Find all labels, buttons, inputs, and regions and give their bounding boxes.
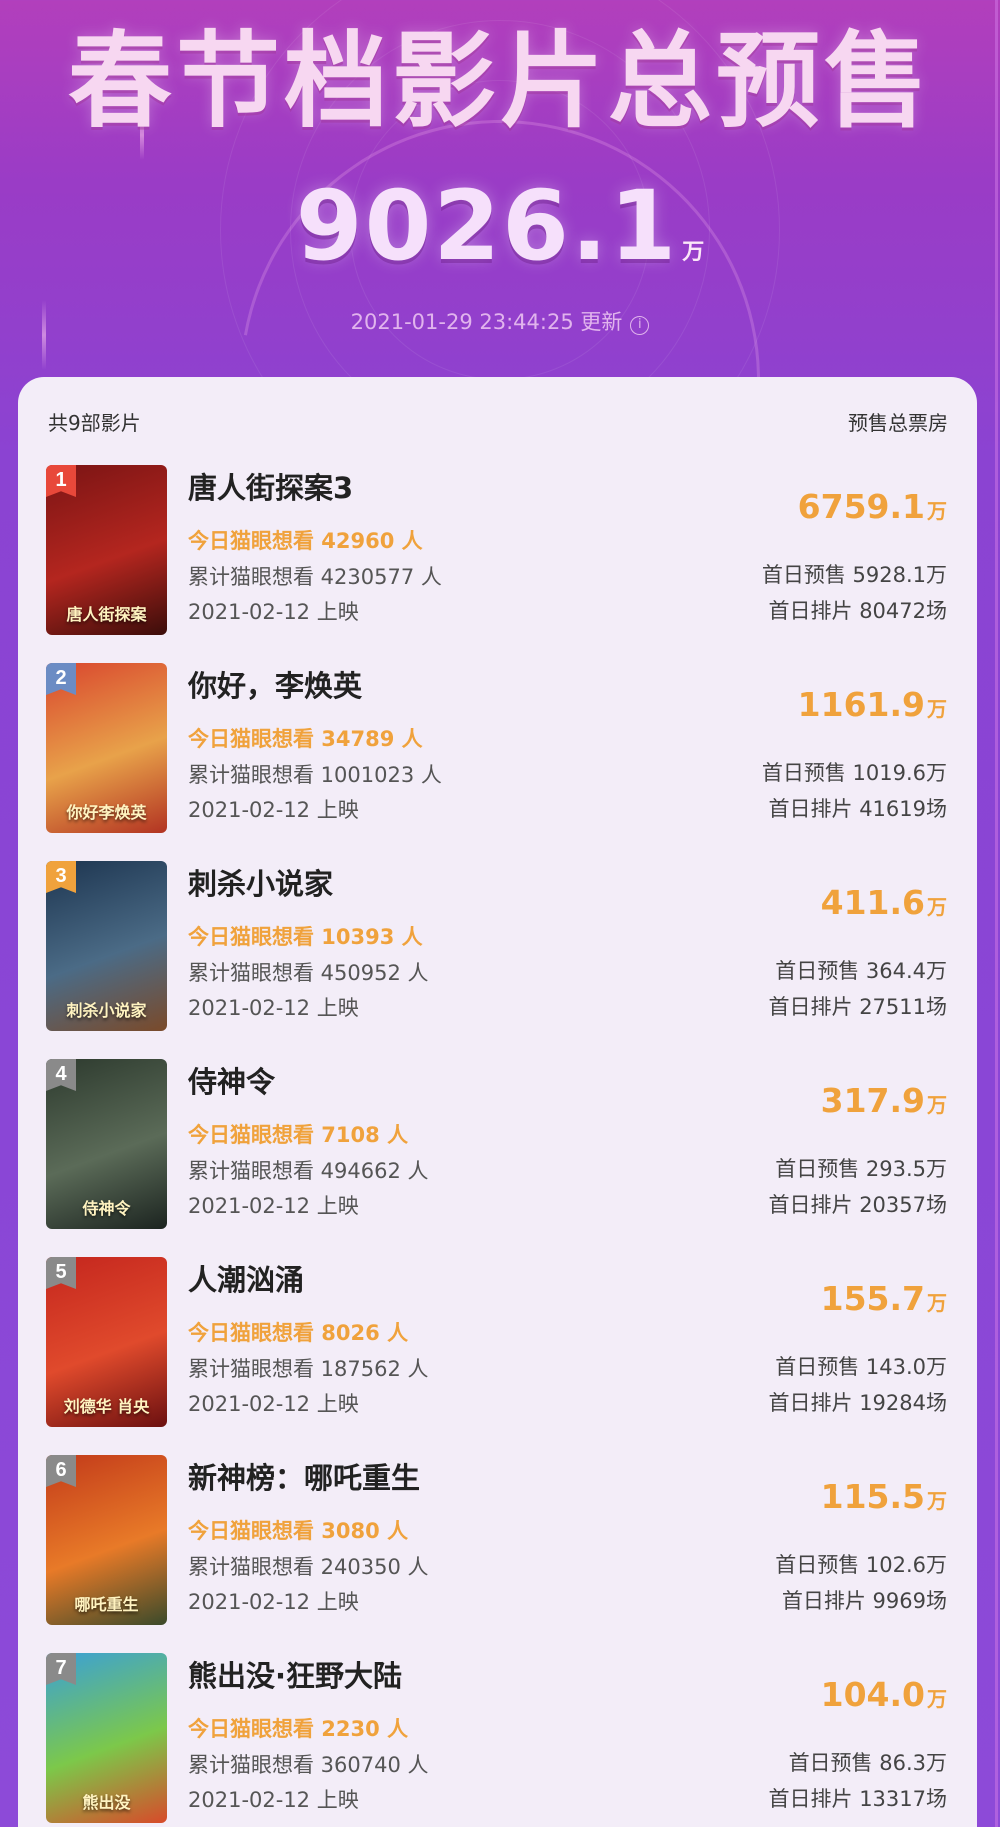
first-day-presale: 首日预售 293.5万 bbox=[775, 1157, 947, 1181]
film-row[interactable]: 4 侍神令 侍神令 今日猫眼想看 7108 人 累计猫眼想看 494662 人 … bbox=[18, 1059, 977, 1239]
first-day-presale: 首日预售 86.3万 bbox=[788, 1751, 947, 1775]
presale-total-unit: 万 bbox=[927, 895, 947, 919]
film-count: 共9部影片 bbox=[48, 411, 141, 435]
cumulative-wish-count: 累计猫眼想看 4230577 人 bbox=[188, 565, 442, 589]
presale-total: 155.7 万 bbox=[821, 1279, 947, 1318]
poster-title-art: 你好李焕英 bbox=[66, 803, 147, 822]
presale-total-unit: 万 bbox=[927, 1687, 947, 1711]
presale-total: 104.0 万 bbox=[821, 1675, 947, 1714]
cumulative-wish-count: 累计猫眼想看 240350 人 bbox=[188, 1555, 429, 1579]
first-day-shows: 首日排片 9969场 bbox=[781, 1589, 947, 1613]
column-header-total: 预售总票房 bbox=[848, 411, 948, 435]
total-presale-value: 9026.1 bbox=[295, 170, 679, 282]
first-day-shows: 首日排片 80472场 bbox=[768, 599, 947, 623]
film-title[interactable]: 新神榜：哪吒重生 bbox=[188, 1455, 420, 1497]
film-row[interactable]: 2 你好李焕英 你好，李焕英 今日猫眼想看 34789 人 累计猫眼想看 100… bbox=[18, 663, 977, 843]
presale-total: 6759.1 万 bbox=[798, 487, 947, 526]
today-wish-count: 今日猫眼想看 8026 人 bbox=[188, 1321, 409, 1345]
presale-total-unit: 万 bbox=[927, 1489, 947, 1513]
list-header: 共9部影片 预售总票房 bbox=[48, 407, 948, 437]
presale-total-value: 6759.1 bbox=[797, 487, 925, 526]
first-day-shows: 首日排片 27511场 bbox=[768, 995, 947, 1019]
release-date: 2021-02-12 上映 bbox=[188, 996, 359, 1020]
presale-total-unit: 万 bbox=[927, 1093, 947, 1117]
edge-divider bbox=[995, 0, 998, 1827]
first-day-shows: 首日排片 19284场 bbox=[768, 1391, 947, 1415]
film-poster[interactable]: 6 哪吒重生 bbox=[46, 1455, 167, 1625]
presale-total-unit: 万 bbox=[927, 1291, 947, 1315]
film-title[interactable]: 侍神令 bbox=[188, 1059, 275, 1101]
poster-title-art: 刺杀小说家 bbox=[66, 1001, 147, 1020]
cumulative-wish-count: 累计猫眼想看 187562 人 bbox=[188, 1357, 429, 1381]
presale-total-value: 155.7 bbox=[820, 1279, 925, 1318]
film-row[interactable]: 3 刺杀小说家 刺杀小说家 今日猫眼想看 10393 人 累计猫眼想看 4509… bbox=[18, 861, 977, 1041]
first-day-presale: 首日预售 102.6万 bbox=[775, 1553, 947, 1577]
first-day-presale: 首日预售 5928.1万 bbox=[761, 563, 947, 587]
film-title[interactable]: 你好，李焕英 bbox=[188, 663, 362, 705]
page-title: 春节档影片总预售 bbox=[67, 20, 932, 142]
first-day-presale: 首日预售 364.4万 bbox=[775, 959, 947, 983]
presale-total-value: 317.9 bbox=[820, 1081, 925, 1120]
film-title[interactable]: 人潮汹涌 bbox=[188, 1257, 304, 1299]
poster-title-art: 哪吒重生 bbox=[74, 1595, 139, 1614]
poster-title-art: 唐人街探案 bbox=[66, 605, 147, 624]
presale-total: 317.9 万 bbox=[821, 1081, 947, 1120]
poster-title-art: 侍神令 bbox=[82, 1199, 131, 1218]
release-date: 2021-02-12 上映 bbox=[188, 1392, 359, 1416]
today-wish-count: 今日猫眼想看 10393 人 bbox=[188, 925, 423, 949]
film-poster[interactable]: 1 唐人街探案 bbox=[46, 465, 167, 635]
presale-total-unit: 万 bbox=[927, 499, 947, 523]
today-wish-count: 今日猫眼想看 42960 人 bbox=[188, 529, 423, 553]
release-date: 2021-02-12 上映 bbox=[188, 1194, 359, 1218]
first-day-presale: 首日预售 143.0万 bbox=[775, 1355, 947, 1379]
film-poster[interactable]: 7 熊出没 bbox=[46, 1653, 167, 1823]
presale-total-value: 115.5 bbox=[820, 1477, 925, 1516]
film-list-card: 共9部影片 预售总票房 1 唐人街探案 唐人街探案3 今日猫眼想看 42960 … bbox=[18, 377, 977, 1827]
release-date: 2021-02-12 上映 bbox=[188, 600, 359, 624]
today-wish-count: 今日猫眼想看 2230 人 bbox=[188, 1717, 409, 1741]
total-presale: 9026.1 万 bbox=[0, 170, 1000, 282]
film-row[interactable]: 1 唐人街探案 唐人街探案3 今日猫眼想看 42960 人 累计猫眼想看 423… bbox=[18, 465, 977, 645]
first-day-presale: 首日预售 1019.6万 bbox=[761, 761, 947, 785]
presale-total-value: 1161.9 bbox=[797, 685, 925, 724]
presale-total-unit: 万 bbox=[927, 697, 947, 721]
cumulative-wish-count: 累计猫眼想看 360740 人 bbox=[188, 1753, 429, 1777]
today-wish-count: 今日猫眼想看 7108 人 bbox=[188, 1123, 409, 1147]
film-poster[interactable]: 2 你好李焕英 bbox=[46, 663, 167, 833]
film-title[interactable]: 刺杀小说家 bbox=[188, 861, 333, 903]
update-time-text: 2021-01-29 23:44:25 更新 bbox=[350, 310, 623, 334]
cumulative-wish-count: 累计猫眼想看 494662 人 bbox=[188, 1159, 429, 1183]
film-row[interactable]: 5 刘德华 肖央 人潮汹涌 今日猫眼想看 8026 人 累计猫眼想看 18756… bbox=[18, 1257, 977, 1437]
info-icon[interactable]: i bbox=[630, 316, 650, 335]
presale-total: 115.5 万 bbox=[821, 1477, 947, 1516]
film-poster[interactable]: 5 刘德华 肖央 bbox=[46, 1257, 167, 1427]
hero-banner: 春节档影片总预售 9026.1 万 2021-01-29 23:44:25 更新 i bbox=[0, 0, 1000, 380]
film-poster[interactable]: 3 刺杀小说家 bbox=[46, 861, 167, 1031]
first-day-shows: 首日排片 20357场 bbox=[768, 1193, 947, 1217]
film-title[interactable]: 唐人街探案3 bbox=[188, 465, 353, 507]
film-poster[interactable]: 4 侍神令 bbox=[46, 1059, 167, 1229]
total-presale-unit: 万 bbox=[682, 240, 705, 265]
release-date: 2021-02-12 上映 bbox=[188, 1590, 359, 1614]
poster-title-art: 刘德华 肖央 bbox=[63, 1397, 150, 1416]
film-title[interactable]: 熊出没·狂野大陆 bbox=[188, 1653, 402, 1695]
first-day-shows: 首日排片 41619场 bbox=[768, 797, 947, 821]
cumulative-wish-count: 累计猫眼想看 1001023 人 bbox=[188, 763, 442, 787]
release-date: 2021-02-12 上映 bbox=[188, 798, 359, 822]
presale-total-value: 104.0 bbox=[820, 1675, 925, 1714]
presale-total: 411.6 万 bbox=[821, 883, 947, 922]
today-wish-count: 今日猫眼想看 3080 人 bbox=[188, 1519, 409, 1543]
release-date: 2021-02-12 上映 bbox=[188, 1788, 359, 1812]
presale-total-value: 411.6 bbox=[820, 883, 925, 922]
update-time: 2021-01-29 23:44:25 更新 i bbox=[0, 306, 1000, 336]
first-day-shows: 首日排片 13317场 bbox=[768, 1787, 947, 1811]
presale-total: 1161.9 万 bbox=[798, 685, 947, 724]
film-row[interactable]: 7 熊出没 熊出没·狂野大陆 今日猫眼想看 2230 人 累计猫眼想看 3607… bbox=[18, 1653, 977, 1827]
poster-title-art: 熊出没 bbox=[82, 1793, 131, 1812]
cumulative-wish-count: 累计猫眼想看 450952 人 bbox=[188, 961, 429, 985]
film-row[interactable]: 6 哪吒重生 新神榜：哪吒重生 今日猫眼想看 3080 人 累计猫眼想看 240… bbox=[18, 1455, 977, 1635]
today-wish-count: 今日猫眼想看 34789 人 bbox=[188, 727, 423, 751]
